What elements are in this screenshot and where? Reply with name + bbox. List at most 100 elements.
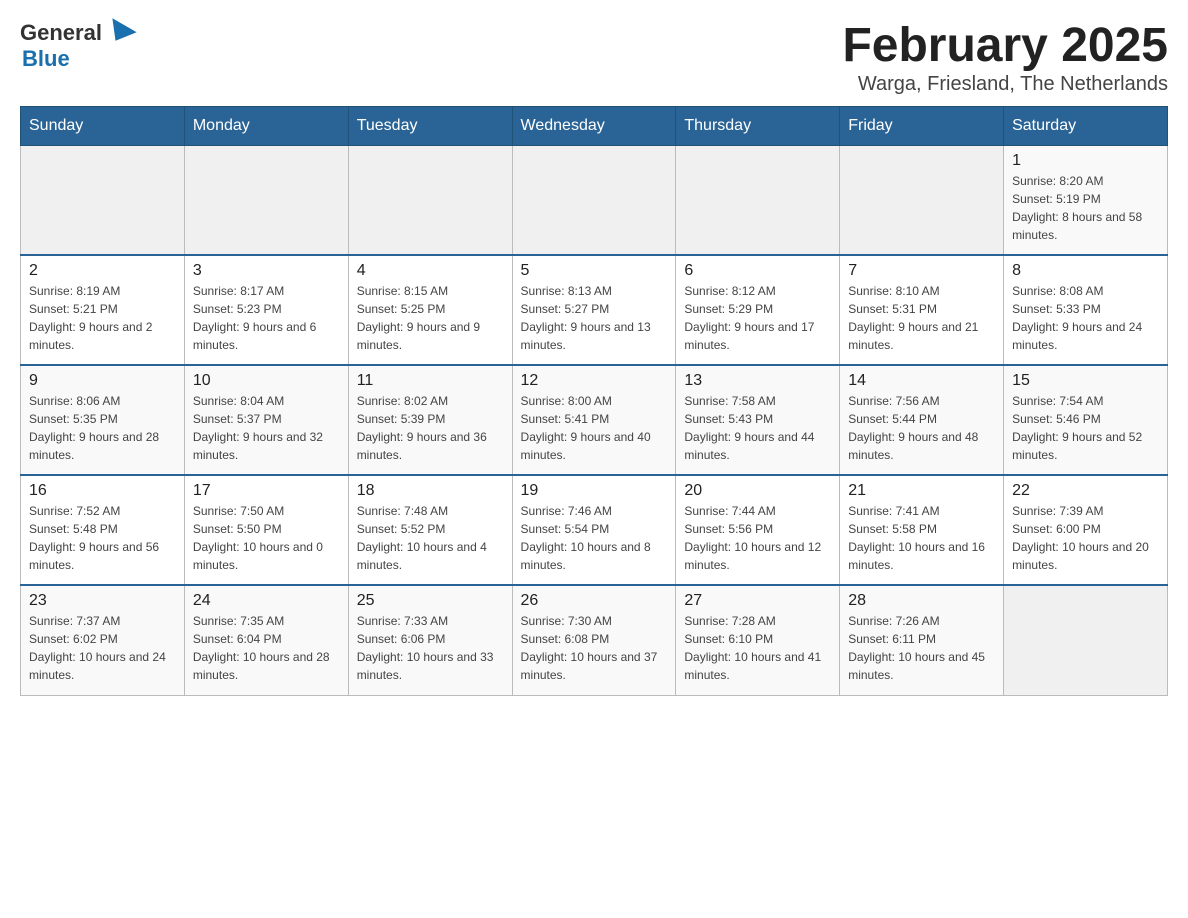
day-number: 13	[684, 372, 831, 390]
day-number: 19	[521, 482, 668, 500]
day-number: 6	[684, 262, 831, 280]
day-number: 17	[193, 482, 340, 500]
day-number: 22	[1012, 482, 1159, 500]
day-number: 5	[521, 262, 668, 280]
page-header: GeneralBlue February 2025 Warga, Friesla…	[20, 20, 1168, 96]
day-number: 10	[193, 372, 340, 390]
day-cell-0-2	[348, 145, 512, 255]
day-info: Sunrise: 7:41 AM Sunset: 5:58 PM Dayligh…	[848, 502, 995, 574]
day-cell-3-0: 16 Sunrise: 7:52 AM Sunset: 5:48 PM Dayli…	[21, 475, 185, 585]
day-number: 20	[684, 482, 831, 500]
day-info: Sunrise: 7:26 AM Sunset: 6:11 PM Dayligh…	[848, 612, 995, 684]
day-number: 1	[1012, 152, 1159, 170]
logo-general-text: GeneralBlue	[20, 20, 136, 72]
calendar-subtitle: Warga, Friesland, The Netherlands	[842, 73, 1168, 96]
day-info: Sunrise: 8:00 AM Sunset: 5:41 PM Dayligh…	[521, 392, 668, 464]
day-cell-0-6: 1Sunrise: 8:20 AM Sunset: 5:19 PM Daylig…	[1004, 145, 1168, 255]
calendar-table: Sunday Monday Tuesday Wednesday Thursday…	[20, 106, 1168, 696]
day-cell-1-4: 6 Sunrise: 8:12 AM Sunset: 5:29 PM Daylig…	[676, 255, 840, 365]
header-tuesday: Tuesday	[348, 106, 512, 145]
day-info: Sunrise: 7:56 AM Sunset: 5:44 PM Dayligh…	[848, 392, 995, 464]
day-info: Sunrise: 7:52 AM Sunset: 5:48 PM Dayligh…	[29, 502, 176, 574]
day-info: Sunrise: 7:44 AM Sunset: 5:56 PM Dayligh…	[684, 502, 831, 574]
day-cell-0-4	[676, 145, 840, 255]
header-monday: Monday	[184, 106, 348, 145]
day-number: 11	[357, 372, 504, 390]
day-cell-2-6: 15 Sunrise: 7:54 AM Sunset: 5:46 PM Dayli…	[1004, 365, 1168, 475]
day-cell-1-5: 7 Sunrise: 8:10 AM Sunset: 5:31 PM Daylig…	[840, 255, 1004, 365]
day-info: Sunrise: 8:17 AM Sunset: 5:23 PM Dayligh…	[193, 282, 340, 354]
header-saturday: Saturday	[1004, 106, 1168, 145]
day-info: Sunrise: 7:46 AM Sunset: 5:54 PM Dayligh…	[521, 502, 668, 574]
day-info: Sunrise: 8:12 AM Sunset: 5:29 PM Dayligh…	[684, 282, 831, 354]
week-row-1: 2 Sunrise: 8:19 AM Sunset: 5:21 PM Daylig…	[21, 255, 1168, 365]
day-number: 16	[29, 482, 176, 500]
day-number: 21	[848, 482, 995, 500]
title-block: February 2025 Warga, Friesland, The Neth…	[842, 20, 1168, 96]
calendar-title: February 2025	[842, 20, 1168, 73]
day-number: 2	[29, 262, 176, 280]
day-cell-1-6: 8Sunrise: 8:08 AM Sunset: 5:33 PM Daylig…	[1004, 255, 1168, 365]
day-info: Sunrise: 7:54 AM Sunset: 5:46 PM Dayligh…	[1012, 392, 1159, 464]
day-info: Sunrise: 7:30 AM Sunset: 6:08 PM Dayligh…	[521, 612, 668, 684]
day-cell-3-4: 20 Sunrise: 7:44 AM Sunset: 5:56 PM Dayli…	[676, 475, 840, 585]
day-cell-4-2: 25 Sunrise: 7:33 AM Sunset: 6:06 PM Dayli…	[348, 585, 512, 695]
day-info: Sunrise: 7:48 AM Sunset: 5:52 PM Dayligh…	[357, 502, 504, 574]
header-wednesday: Wednesday	[512, 106, 676, 145]
day-info: Sunrise: 8:04 AM Sunset: 5:37 PM Dayligh…	[193, 392, 340, 464]
day-cell-2-3: 12 Sunrise: 8:00 AM Sunset: 5:41 PM Dayli…	[512, 365, 676, 475]
day-cell-4-0: 23 Sunrise: 7:37 AM Sunset: 6:02 PM Dayli…	[21, 585, 185, 695]
day-info: Sunrise: 7:39 AM Sunset: 6:00 PM Dayligh…	[1012, 502, 1159, 574]
day-info: Sunrise: 7:35 AM Sunset: 6:04 PM Dayligh…	[193, 612, 340, 684]
day-cell-4-3: 26 Sunrise: 7:30 AM Sunset: 6:08 PM Dayli…	[512, 585, 676, 695]
day-cell-3-1: 17Sunrise: 7:50 AM Sunset: 5:50 PM Dayli…	[184, 475, 348, 585]
day-number: 4	[357, 262, 504, 280]
weekday-header-row: Sunday Monday Tuesday Wednesday Thursday…	[21, 106, 1168, 145]
day-number: 26	[521, 592, 668, 610]
day-cell-0-1	[184, 145, 348, 255]
day-cell-2-5: 14 Sunrise: 7:56 AM Sunset: 5:44 PM Dayli…	[840, 365, 1004, 475]
day-cell-4-5: 28Sunrise: 7:26 AM Sunset: 6:11 PM Dayli…	[840, 585, 1004, 695]
day-number: 25	[357, 592, 504, 610]
day-cell-2-4: 13Sunrise: 7:58 AM Sunset: 5:43 PM Dayli…	[676, 365, 840, 475]
day-number: 27	[684, 592, 831, 610]
day-info: Sunrise: 8:15 AM Sunset: 5:25 PM Dayligh…	[357, 282, 504, 354]
day-info: Sunrise: 8:10 AM Sunset: 5:31 PM Dayligh…	[848, 282, 995, 354]
day-info: Sunrise: 8:19 AM Sunset: 5:21 PM Dayligh…	[29, 282, 176, 354]
day-cell-4-6	[1004, 585, 1168, 695]
day-info: Sunrise: 7:28 AM Sunset: 6:10 PM Dayligh…	[684, 612, 831, 684]
day-number: 24	[193, 592, 340, 610]
day-number: 9	[29, 372, 176, 390]
day-cell-4-4: 27 Sunrise: 7:28 AM Sunset: 6:10 PM Dayli…	[676, 585, 840, 695]
header-friday: Friday	[840, 106, 1004, 145]
day-number: 18	[357, 482, 504, 500]
day-cell-1-1: 3 Sunrise: 8:17 AM Sunset: 5:23 PM Daylig…	[184, 255, 348, 365]
day-number: 12	[521, 372, 668, 390]
day-cell-2-1: 10 Sunrise: 8:04 AM Sunset: 5:37 PM Dayli…	[184, 365, 348, 475]
week-row-3: 16 Sunrise: 7:52 AM Sunset: 5:48 PM Dayli…	[21, 475, 1168, 585]
day-number: 7	[848, 262, 995, 280]
day-number: 3	[193, 262, 340, 280]
day-number: 14	[848, 372, 995, 390]
day-info: Sunrise: 8:02 AM Sunset: 5:39 PM Dayligh…	[357, 392, 504, 464]
day-cell-0-0	[21, 145, 185, 255]
day-number: 15	[1012, 372, 1159, 390]
week-row-0: 1Sunrise: 8:20 AM Sunset: 5:19 PM Daylig…	[21, 145, 1168, 255]
day-cell-1-2: 4 Sunrise: 8:15 AM Sunset: 5:25 PM Daylig…	[348, 255, 512, 365]
logo: GeneralBlue	[20, 20, 136, 72]
day-cell-3-6: 22 Sunrise: 7:39 AM Sunset: 6:00 PM Dayli…	[1004, 475, 1168, 585]
day-cell-0-3	[512, 145, 676, 255]
calendar-header: Sunday Monday Tuesday Wednesday Thursday…	[21, 106, 1168, 145]
day-number: 23	[29, 592, 176, 610]
day-cell-3-2: 18 Sunrise: 7:48 AM Sunset: 5:52 PM Dayli…	[348, 475, 512, 585]
day-info: Sunrise: 7:37 AM Sunset: 6:02 PM Dayligh…	[29, 612, 176, 684]
day-cell-0-5	[840, 145, 1004, 255]
day-info: Sunrise: 8:06 AM Sunset: 5:35 PM Dayligh…	[29, 392, 176, 464]
week-row-4: 23 Sunrise: 7:37 AM Sunset: 6:02 PM Dayli…	[21, 585, 1168, 695]
day-cell-1-3: 5Sunrise: 8:13 AM Sunset: 5:27 PM Daylig…	[512, 255, 676, 365]
day-cell-2-0: 9 Sunrise: 8:06 AM Sunset: 5:35 PM Daylig…	[21, 365, 185, 475]
day-cell-1-0: 2 Sunrise: 8:19 AM Sunset: 5:21 PM Daylig…	[21, 255, 185, 365]
week-row-2: 9 Sunrise: 8:06 AM Sunset: 5:35 PM Daylig…	[21, 365, 1168, 475]
day-info: Sunrise: 7:33 AM Sunset: 6:06 PM Dayligh…	[357, 612, 504, 684]
day-number: 8	[1012, 262, 1159, 280]
